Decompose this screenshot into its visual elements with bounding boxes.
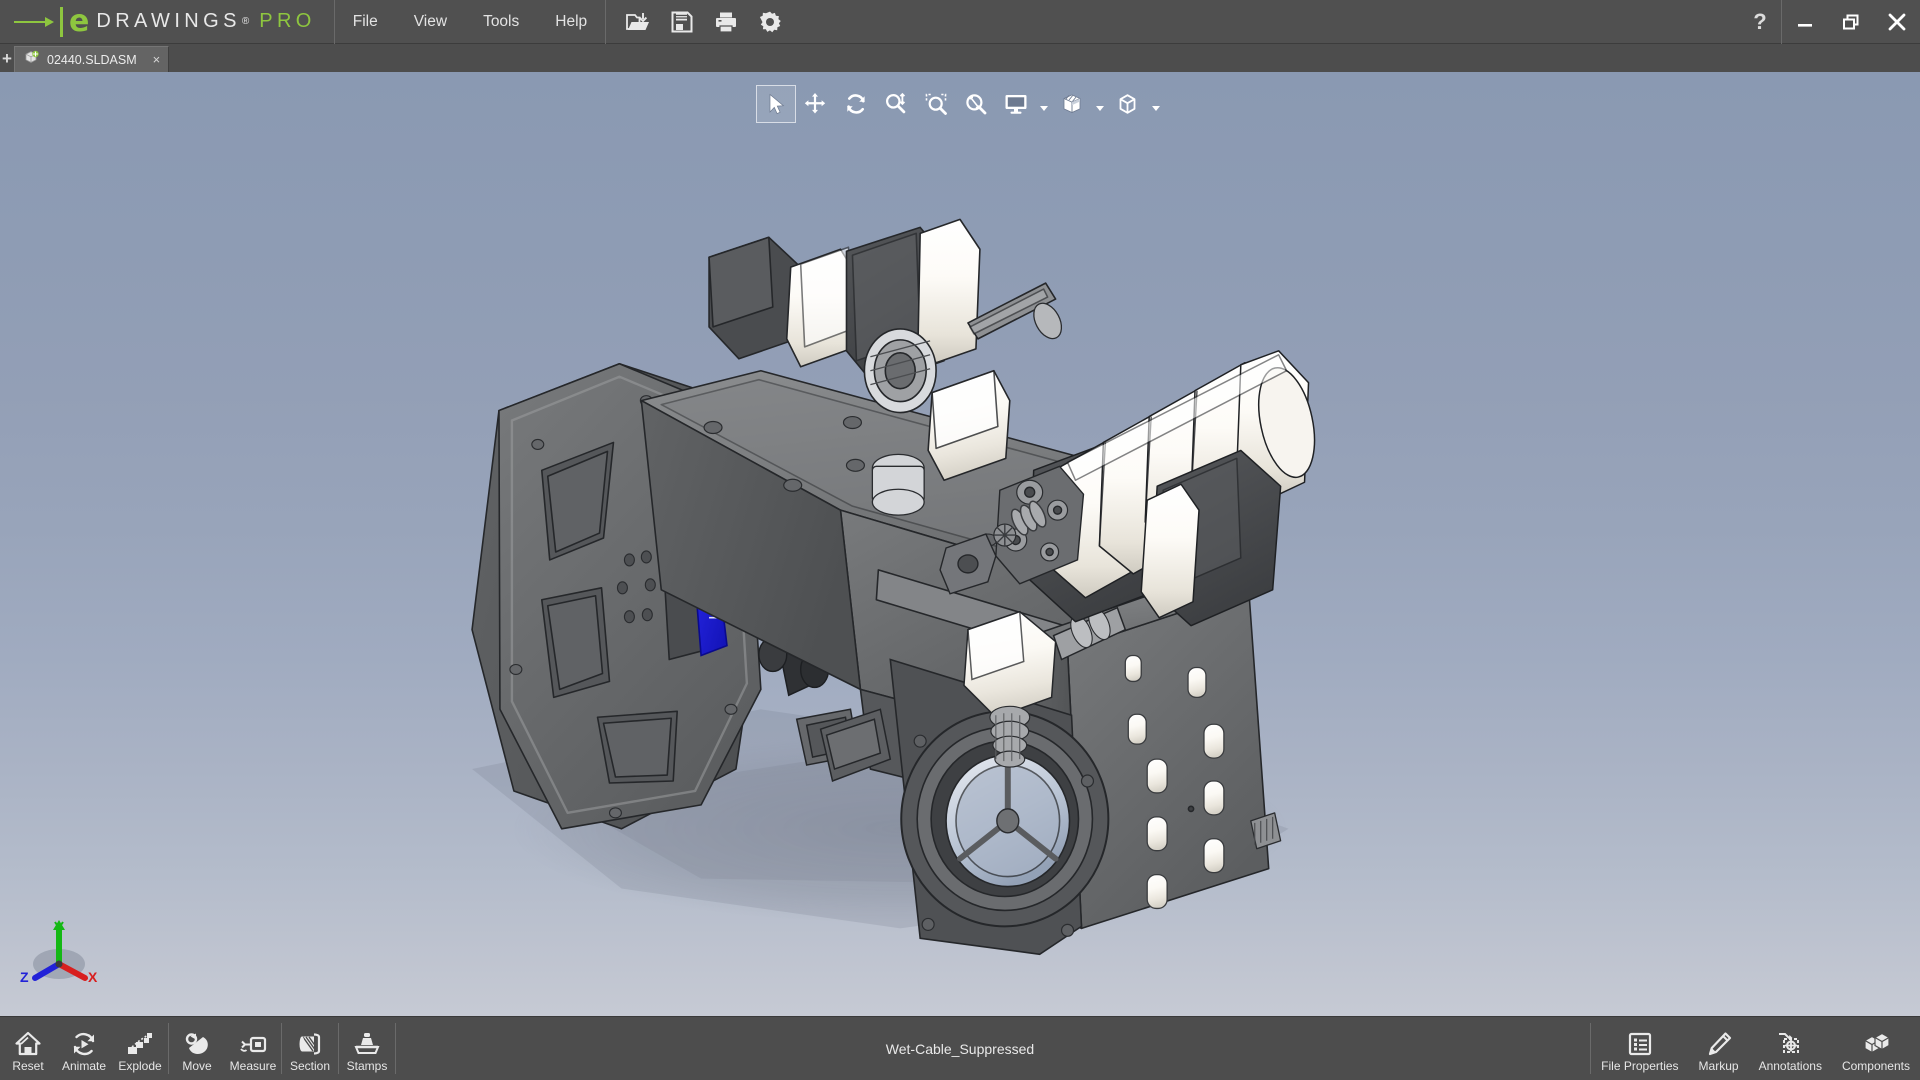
home-icon	[14, 1029, 42, 1057]
menu-tools[interactable]: Tools	[465, 0, 537, 44]
edrawings-app-window: e DRAWINGS ® PRO File View Tools Help ? …	[0, 0, 1920, 1080]
bottom-divider-4	[395, 1023, 396, 1074]
menu-file[interactable]: File	[335, 0, 396, 44]
move-button[interactable]: Move	[169, 1017, 225, 1080]
restore-icon[interactable]	[1828, 0, 1874, 44]
logo-divider	[60, 6, 63, 37]
document-tab-label: 02440.SLDASM	[47, 52, 137, 67]
measure-icon	[239, 1029, 267, 1057]
bottom-right-group: File Properties Markup Annotations Compo…	[1590, 1017, 1920, 1080]
select-tool[interactable]	[756, 85, 796, 123]
registered-mark: ®	[241, 16, 250, 27]
animate-icon	[70, 1029, 98, 1057]
section-label: Section	[289, 1058, 331, 1073]
pan-tool[interactable]	[796, 85, 836, 123]
title-bar: e DRAWINGS ® PRO File View Tools Help ?	[0, 0, 1920, 44]
bottom-toolbar: Wet-Cable_Suppressed Reset Animate Explo…	[0, 1016, 1920, 1080]
axis-x-label: X	[88, 969, 98, 985]
save-icon[interactable]	[660, 0, 704, 44]
move-label: Move	[182, 1058, 212, 1073]
coordinate-triad: X Z	[14, 912, 100, 998]
animate-label: Animate	[61, 1058, 107, 1073]
bottom-group-edit: Move Measure	[169, 1017, 281, 1080]
menu-bar: File View Tools Help	[335, 0, 605, 44]
close-icon[interactable]	[1874, 0, 1920, 44]
gear-icon[interactable]	[748, 0, 792, 44]
components-icon	[1861, 1029, 1891, 1057]
animate-button[interactable]: Animate	[56, 1017, 112, 1080]
axis-z-label: Z	[20, 969, 29, 985]
measure-label: Measure	[229, 1058, 277, 1073]
brand-edition: PRO	[259, 10, 316, 32]
model-viewport[interactable]: X Z	[0, 72, 1920, 1016]
components-button[interactable]: Components	[1832, 1017, 1920, 1080]
document-tab[interactable]: 02440.SLDASM ×	[14, 46, 170, 72]
perspective-tool[interactable]	[1108, 85, 1148, 123]
cad-model-render	[0, 72, 1920, 1016]
view-orientation-tool[interactable]	[996, 85, 1036, 123]
pencil-icon	[1705, 1029, 1733, 1057]
reset-label: Reset	[12, 1058, 44, 1073]
annotation-icon	[1776, 1029, 1804, 1057]
stamp-icon	[353, 1029, 381, 1057]
section-icon	[296, 1029, 324, 1057]
new-tab-button[interactable]: +	[0, 44, 14, 72]
view-toolbar	[756, 84, 1164, 124]
window-controls-group: ?	[1739, 0, 1920, 44]
display-style-dropdown-icon[interactable]	[1092, 85, 1108, 123]
help-button[interactable]: ?	[1739, 0, 1781, 44]
model-geometry	[471, 218, 1316, 956]
explode-icon	[126, 1029, 154, 1057]
zoom-to-area-tool[interactable]	[916, 85, 956, 123]
display-style-tool[interactable]	[1052, 85, 1092, 123]
markup-button[interactable]: Markup	[1689, 1017, 1749, 1080]
window-buttons	[1781, 0, 1920, 44]
components-label: Components	[1841, 1058, 1910, 1073]
stamps-label: Stamps	[346, 1058, 388, 1073]
menu-view[interactable]: View	[396, 0, 465, 44]
brand-name: DRAWINGS	[96, 10, 241, 32]
file-properties-button[interactable]: File Properties	[1591, 1017, 1688, 1080]
markup-label: Markup	[1698, 1058, 1739, 1073]
measure-button[interactable]: Measure	[225, 1017, 281, 1080]
bottom-group-view: Reset Animate Explode	[0, 1017, 168, 1080]
app-logo: e DRAWINGS ® PRO	[0, 0, 334, 44]
brand-letter-e: e	[69, 3, 90, 39]
zoom-to-fit-tool[interactable]	[956, 85, 996, 123]
zoom-in-out-tool[interactable]	[876, 85, 916, 123]
document-tab-strip: + 02440.SLDASM ×	[0, 44, 1920, 72]
bottom-group-stamps: Stamps	[339, 1017, 395, 1080]
perspective-dropdown-icon[interactable]	[1148, 85, 1164, 123]
gear-coupling	[863, 328, 937, 414]
print-icon[interactable]	[704, 0, 748, 44]
move-component-icon	[183, 1029, 211, 1057]
menu-help[interactable]: Help	[537, 0, 605, 44]
view-orientation-dropdown-icon[interactable]	[1036, 85, 1052, 123]
list-icon	[1626, 1029, 1654, 1057]
file-properties-label: File Properties	[1601, 1058, 1679, 1073]
rotate-tool[interactable]	[836, 85, 876, 123]
bottom-group-section: Section	[282, 1017, 338, 1080]
annotations-label: Annotations	[1758, 1058, 1822, 1073]
assembly-icon	[24, 49, 40, 70]
explode-button[interactable]: Explode	[112, 1017, 168, 1080]
arrow-icon	[14, 13, 58, 31]
reset-button[interactable]: Reset	[0, 1017, 56, 1080]
close-tab-icon[interactable]: ×	[153, 53, 161, 66]
open-icon[interactable]	[616, 0, 660, 44]
starburst-fitting	[993, 523, 1017, 547]
explode-label: Explode	[118, 1058, 162, 1073]
minimize-icon[interactable]	[1782, 0, 1828, 44]
annotations-button[interactable]: Annotations	[1749, 1017, 1832, 1080]
titlebar-icon-group	[606, 0, 792, 44]
stamps-button[interactable]: Stamps	[339, 1017, 395, 1080]
section-button[interactable]: Section	[282, 1017, 338, 1080]
